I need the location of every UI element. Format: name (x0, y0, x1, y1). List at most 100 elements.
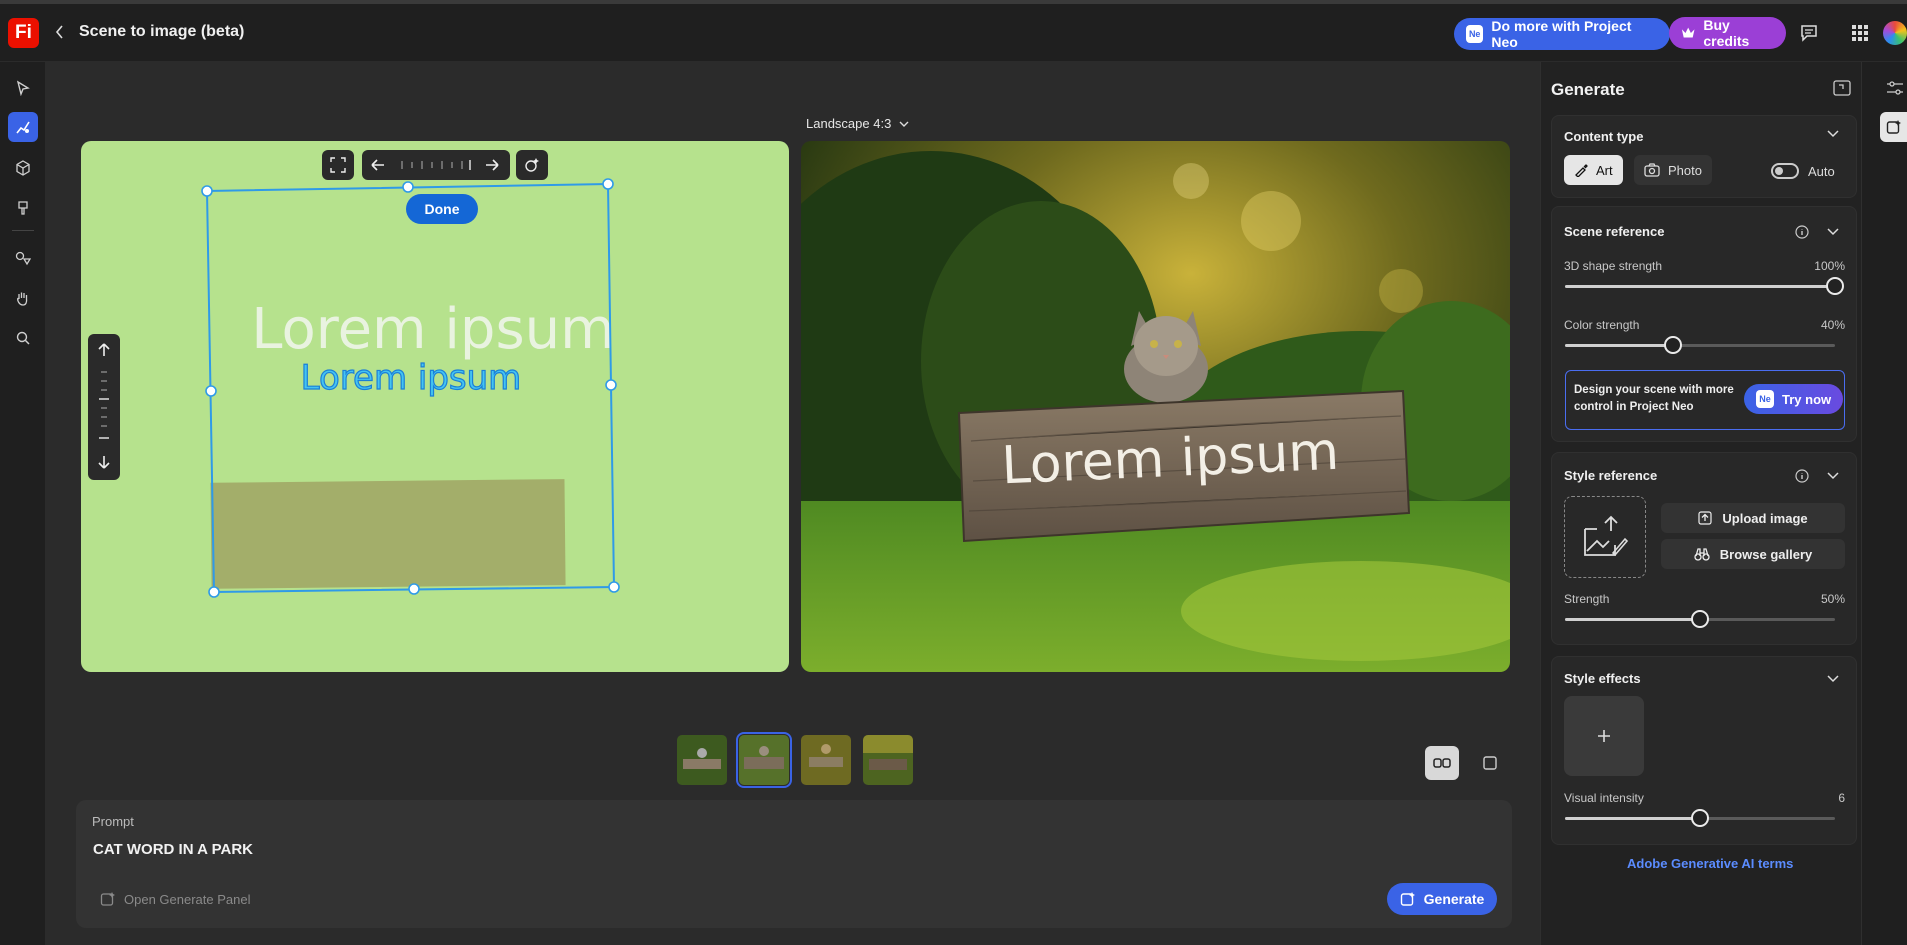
visual-intensity-handle[interactable] (1691, 809, 1709, 827)
neo-promo-text: Design your scene with more control in P… (1574, 384, 1734, 414)
try-now-button[interactable]: Ne Try now (1744, 384, 1844, 414)
aspect-ratio-label: Landscape 4:3 (806, 116, 892, 131)
buy-credits-button[interactable]: Buy credits (1669, 17, 1786, 49)
prompt-panel (76, 800, 1512, 928)
compare-view-icon[interactable] (1425, 746, 1459, 780)
cat-figure (1124, 311, 1208, 403)
open-generate-panel-label: Open Generate Panel (124, 891, 251, 907)
binoculars-icon (1694, 548, 1710, 561)
chevron-down-icon[interactable] (1826, 673, 1840, 687)
draw-tool-icon[interactable] (8, 112, 38, 142)
shape-strength-value: 100% (1814, 259, 1845, 273)
brush-tool-icon[interactable] (8, 193, 38, 223)
thumbnail-3[interactable] (801, 735, 851, 785)
back-chevron-icon[interactable] (52, 22, 68, 42)
select-tool-icon[interactable] (8, 73, 38, 103)
cube-tool-icon[interactable] (8, 153, 38, 183)
info-icon[interactable] (1795, 469, 1809, 488)
generated-image[interactable]: Lorem ipsum (801, 141, 1510, 672)
content-type-title: Content type (1564, 129, 1644, 144)
prompt-label: Prompt (92, 814, 134, 829)
scene-reference-title: Scene reference (1564, 224, 1665, 239)
generate-button[interactable]: Generate (1387, 883, 1497, 915)
generate-icon (1400, 892, 1415, 906)
browse-gallery-label: Browse gallery (1719, 546, 1813, 562)
style-effects-title: Style effects (1564, 671, 1641, 686)
auto-toggle[interactable] (1771, 163, 1799, 179)
shape-strength-track[interactable] (1565, 285, 1835, 288)
project-neo-button[interactable]: Ne Do more with Project Neo (1454, 18, 1670, 50)
user-avatar[interactable] (1883, 21, 1907, 45)
chevron-down-icon[interactable] (1826, 470, 1840, 484)
art-label: Art (1596, 162, 1613, 178)
browse-gallery-button[interactable]: Browse gallery (1661, 539, 1845, 569)
visual-intensity-value: 6 (1838, 791, 1845, 805)
chevron-down-icon (899, 121, 909, 127)
thumbnail-1[interactable] (677, 735, 727, 785)
rotation-control[interactable] (362, 150, 510, 180)
generate-object-icon[interactable] (516, 150, 548, 180)
chevron-down-icon[interactable] (1826, 226, 1840, 240)
scene-text-back: Lorem ipsum (251, 297, 614, 362)
try-now-label: Try now (1782, 391, 1832, 407)
auto-label: Auto (1808, 164, 1835, 179)
feedback-icon[interactable] (1798, 22, 1820, 44)
buy-credits-label: Buy credits (1703, 17, 1750, 49)
open-generate-panel-link[interactable]: Open Generate Panel (100, 891, 250, 907)
strength-value: 50% (1820, 592, 1845, 606)
top-border (0, 0, 1907, 4)
add-style-effect-button[interactable] (1564, 696, 1644, 776)
ai-terms-link[interactable]: Adobe Generative AI terms (1627, 856, 1793, 871)
panel-title: Generate (1551, 80, 1625, 99)
upload-image-button[interactable]: Upload image (1661, 503, 1845, 533)
hand-tool-icon[interactable] (8, 283, 38, 313)
neo-icon: Ne (1466, 25, 1484, 43)
info-icon[interactable] (1795, 225, 1809, 244)
app-logo[interactable]: Fi (8, 18, 39, 48)
shape-strength-handle[interactable] (1826, 277, 1844, 295)
plus-icon (1598, 730, 1610, 742)
photo-option[interactable]: Photo (1634, 155, 1712, 185)
color-strength-handle[interactable] (1664, 336, 1682, 354)
generate-label: Generate (1423, 891, 1485, 907)
upload-image-label: Upload image (1722, 510, 1808, 526)
strength-label: Strength (1564, 592, 1610, 606)
panel-collapse-icon[interactable] (1833, 80, 1851, 101)
depth-slider[interactable] (88, 334, 120, 480)
neo-icon: Ne (1756, 390, 1774, 408)
fit-frame-icon[interactable] (322, 150, 354, 180)
done-button[interactable]: Done (406, 194, 478, 224)
arrow-left-icon[interactable] (362, 150, 510, 180)
scene-box-shape (210, 479, 566, 589)
photo-label: Photo (1668, 162, 1702, 178)
camera-icon (1644, 163, 1660, 177)
project-neo-label: Do more with Project Neo (1491, 18, 1632, 50)
visual-intensity-label: Visual intensity (1564, 791, 1644, 805)
image-upload-icon (1584, 515, 1629, 557)
thumbnail-4[interactable] (863, 735, 913, 785)
brush-icon (1575, 164, 1588, 177)
page-title: Scene to image (beta) (79, 23, 245, 40)
shapes-tool-icon[interactable] (8, 243, 38, 273)
aspect-ratio-dropdown[interactable]: Landscape 4:3 (806, 116, 909, 131)
apps-grid-icon[interactable] (1849, 22, 1871, 44)
generate-panel-tab-icon[interactable] (1880, 112, 1907, 142)
thumbnail-2[interactable] (736, 732, 792, 788)
adjustments-icon[interactable] (1886, 80, 1904, 101)
art-option[interactable]: Art (1564, 155, 1623, 185)
scene-text-front: Lorem ipsum (301, 358, 522, 398)
color-strength-label: Color strength (1564, 318, 1640, 332)
crown-icon (1681, 27, 1695, 38)
chevron-down-icon[interactable] (1826, 128, 1840, 142)
right-rail (1861, 62, 1907, 945)
prompt-input[interactable]: CAT WORD IN A PARK (93, 841, 253, 858)
upload-icon (1698, 511, 1712, 525)
shape-strength-label: 3D shape strength (1564, 259, 1663, 273)
color-strength-track[interactable] (1565, 344, 1835, 347)
strength-handle[interactable] (1691, 610, 1709, 628)
zoom-tool-icon[interactable] (8, 323, 38, 353)
style-image-dropzone[interactable] (1564, 496, 1646, 578)
color-strength-value: 40% (1820, 318, 1845, 332)
single-view-icon[interactable] (1473, 746, 1507, 780)
toolbar-divider (12, 230, 34, 231)
